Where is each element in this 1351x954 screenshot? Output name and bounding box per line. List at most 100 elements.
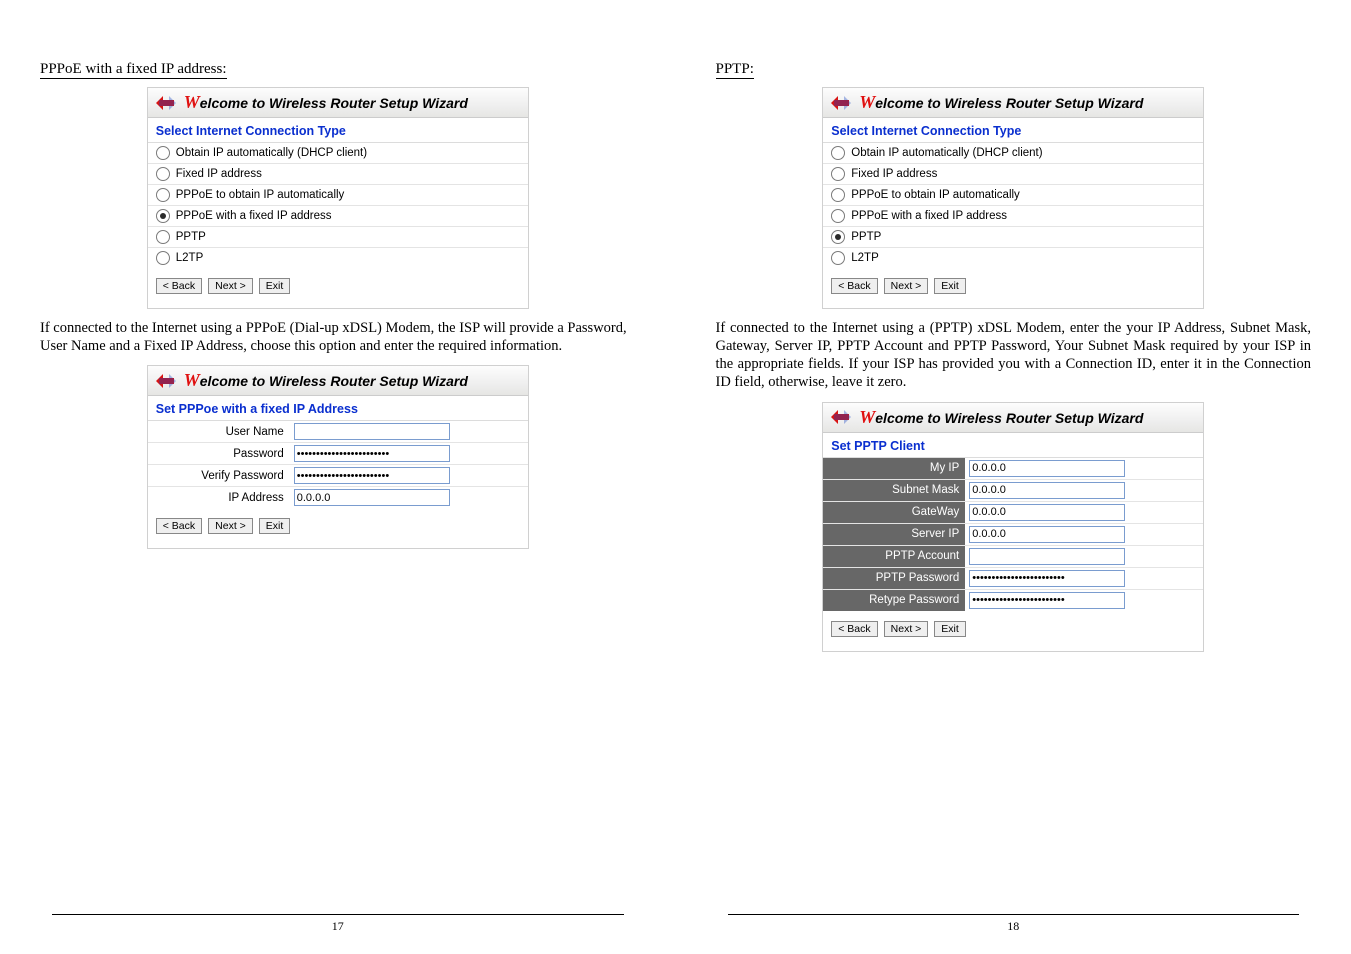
- exit-button[interactable]: Exit: [934, 278, 966, 294]
- form-value-cell: [965, 568, 1203, 589]
- wizard-logo-icon: [829, 94, 853, 112]
- next-button[interactable]: Next >: [208, 278, 253, 294]
- form-input[interactable]: [969, 548, 1125, 565]
- form-label: Server IP: [823, 524, 965, 545]
- next-button[interactable]: Next >: [884, 621, 929, 637]
- form-row: PPTP Password: [823, 568, 1203, 590]
- form-value-cell: [965, 590, 1203, 611]
- wizard-pptp-form: Welcome to Wireless Router Setup Wizard …: [822, 402, 1204, 652]
- page-number: 18: [1007, 919, 1019, 933]
- radio-icon: [156, 167, 170, 181]
- form-value-cell: [965, 480, 1203, 501]
- form-row: Password: [148, 443, 528, 465]
- back-button[interactable]: < Back: [156, 518, 202, 534]
- form-row: PPTP Account: [823, 546, 1203, 568]
- wizard-button-row: < Back Next > Exit: [148, 508, 528, 548]
- radio-label: PPPoE with a fixed IP address: [176, 210, 332, 222]
- radio-option[interactable]: PPTP: [148, 227, 528, 248]
- form-row: My IP: [823, 458, 1203, 480]
- wizard-button-row: < Back Next > Exit: [823, 268, 1203, 308]
- back-button[interactable]: < Back: [156, 278, 202, 294]
- radio-label: PPTP: [851, 231, 881, 243]
- form-value-cell: [290, 443, 528, 464]
- radio-icon: [831, 146, 845, 160]
- radio-option[interactable]: PPPoE with a fixed IP address: [148, 206, 528, 227]
- form-input[interactable]: [969, 526, 1125, 543]
- page-number: 17: [332, 919, 344, 933]
- form-input[interactable]: [294, 445, 450, 462]
- pppoe-form-table: User NamePasswordVerify PasswordIP Addre…: [148, 420, 528, 508]
- radio-icon: [831, 167, 845, 181]
- form-label: Password: [148, 443, 290, 464]
- radio-icon: [156, 230, 170, 244]
- form-input[interactable]: [969, 482, 1125, 499]
- form-input[interactable]: [294, 423, 450, 440]
- form-input[interactable]: [294, 467, 450, 484]
- form-label: My IP: [823, 458, 965, 479]
- wizard-pppoe-select: Welcome to Wireless Router Setup Wizard …: [147, 87, 529, 309]
- radio-option[interactable]: Fixed IP address: [823, 164, 1203, 185]
- radio-icon: [156, 209, 170, 223]
- heading-select-connection: Select Internet Connection Type: [823, 118, 1203, 142]
- connection-type-radio-group: Obtain IP automatically (DHCP client)Fix…: [823, 142, 1203, 268]
- wizard-button-row: < Back Next > Exit: [148, 268, 528, 308]
- radio-label: L2TP: [176, 252, 204, 264]
- page-right: PPTP: Welcome to Wireless Router Setup W…: [676, 0, 1351, 954]
- form-value-cell: [965, 524, 1203, 545]
- form-input[interactable]: [969, 592, 1125, 609]
- page-footer: 17: [52, 914, 624, 934]
- form-label: User Name: [148, 421, 290, 442]
- radio-option[interactable]: PPPoE with a fixed IP address: [823, 206, 1203, 227]
- back-button[interactable]: < Back: [831, 621, 877, 637]
- form-row: IP Address: [148, 487, 528, 508]
- exit-button[interactable]: Exit: [934, 621, 966, 637]
- back-button[interactable]: < Back: [831, 278, 877, 294]
- next-button[interactable]: Next >: [208, 518, 253, 534]
- heading-select-connection: Select Internet Connection Type: [148, 118, 528, 142]
- radio-option[interactable]: PPTP: [823, 227, 1203, 248]
- wizard-logo-icon: [829, 408, 853, 426]
- form-input[interactable]: [969, 504, 1125, 521]
- radio-icon: [831, 188, 845, 202]
- form-label: PPTP Account: [823, 546, 965, 567]
- radio-icon: [831, 230, 845, 244]
- form-label: IP Address: [148, 487, 290, 508]
- form-input[interactable]: [294, 489, 450, 506]
- radio-option[interactable]: PPPoE to obtain IP automatically: [148, 185, 528, 206]
- form-value-cell: [290, 487, 528, 508]
- wizard-header: Welcome to Wireless Router Setup Wizard: [823, 403, 1203, 433]
- form-input[interactable]: [969, 460, 1125, 477]
- next-button[interactable]: Next >: [884, 278, 929, 294]
- pptp-form-table: My IPSubnet MaskGateWayServer IPPPTP Acc…: [823, 457, 1203, 611]
- heading-set-pptp: Set PPTP Client: [823, 433, 1203, 457]
- page-footer: 18: [728, 914, 1300, 934]
- radio-icon: [831, 251, 845, 265]
- section-label-pptp: PPTP:: [716, 61, 754, 79]
- form-value-cell: [290, 421, 528, 442]
- exit-button[interactable]: Exit: [259, 518, 291, 534]
- section-label-pppoe: PPPoE with a fixed IP address:: [40, 61, 227, 79]
- radio-option[interactable]: L2TP: [823, 248, 1203, 268]
- paragraph-pppoe: If connected to the Internet using a PPP…: [40, 319, 636, 355]
- radio-option[interactable]: PPPoE to obtain IP automatically: [823, 185, 1203, 206]
- radio-option[interactable]: Obtain IP automatically (DHCP client): [148, 143, 528, 164]
- form-label: PPTP Password: [823, 568, 965, 589]
- radio-label: PPPoE to obtain IP automatically: [851, 189, 1020, 201]
- wizard-pptp-select: Welcome to Wireless Router Setup Wizard …: [822, 87, 1204, 309]
- form-value-cell: [965, 458, 1203, 479]
- radio-option[interactable]: Fixed IP address: [148, 164, 528, 185]
- radio-label: PPTP: [176, 231, 206, 243]
- radio-label: L2TP: [851, 252, 879, 264]
- wizard-pppoe-form: Welcome to Wireless Router Setup Wizard …: [147, 365, 529, 549]
- form-label: Verify Password: [148, 465, 290, 486]
- exit-button[interactable]: Exit: [259, 278, 291, 294]
- form-input[interactable]: [969, 570, 1125, 587]
- radio-option[interactable]: Obtain IP automatically (DHCP client): [823, 143, 1203, 164]
- form-label: GateWay: [823, 502, 965, 523]
- form-value-cell: [965, 546, 1203, 567]
- radio-option[interactable]: L2TP: [148, 248, 528, 268]
- wizard-header: Welcome to Wireless Router Setup Wizard: [148, 366, 528, 396]
- form-row: GateWay: [823, 502, 1203, 524]
- page-left: PPPoE with a fixed IP address: Welcome t…: [0, 0, 676, 954]
- wizard-title: Welcome to Wireless Router Setup Wizard: [184, 92, 468, 113]
